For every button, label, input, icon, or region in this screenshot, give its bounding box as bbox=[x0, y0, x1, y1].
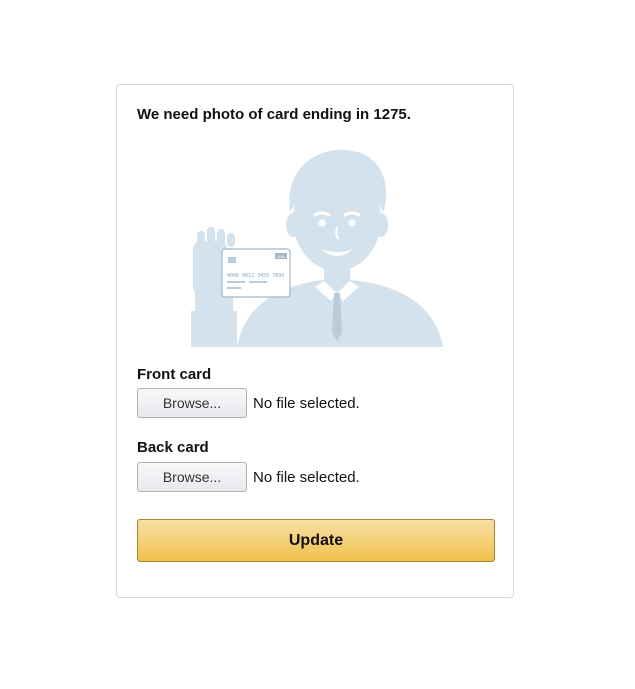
front-card-label: Front card bbox=[137, 366, 212, 383]
page-title: We need photo of card ending in 1275. bbox=[137, 106, 411, 123]
front-card-file-status: No file selected. bbox=[253, 394, 360, 412]
back-card-browse-button[interactable]: Browse... bbox=[137, 462, 247, 492]
back-card-file-status: No file selected. bbox=[253, 468, 360, 486]
front-card-file-input: Browse... No file selected. bbox=[137, 388, 360, 418]
update-button[interactable]: Update bbox=[137, 519, 495, 562]
card-brand-text: VISA bbox=[277, 255, 286, 259]
back-card-file-input: Browse... No file selected. bbox=[137, 462, 360, 492]
front-card-browse-button[interactable]: Browse... bbox=[137, 388, 247, 418]
card-photo-panel: We need photo of card ending in 1275. VI… bbox=[116, 84, 514, 598]
person-holding-card-illustration: VISA 4000 0012 3456 7899 bbox=[187, 141, 447, 347]
card-number-text: 4000 0012 3456 7899 bbox=[227, 273, 284, 279]
back-card-label: Back card bbox=[137, 439, 209, 456]
